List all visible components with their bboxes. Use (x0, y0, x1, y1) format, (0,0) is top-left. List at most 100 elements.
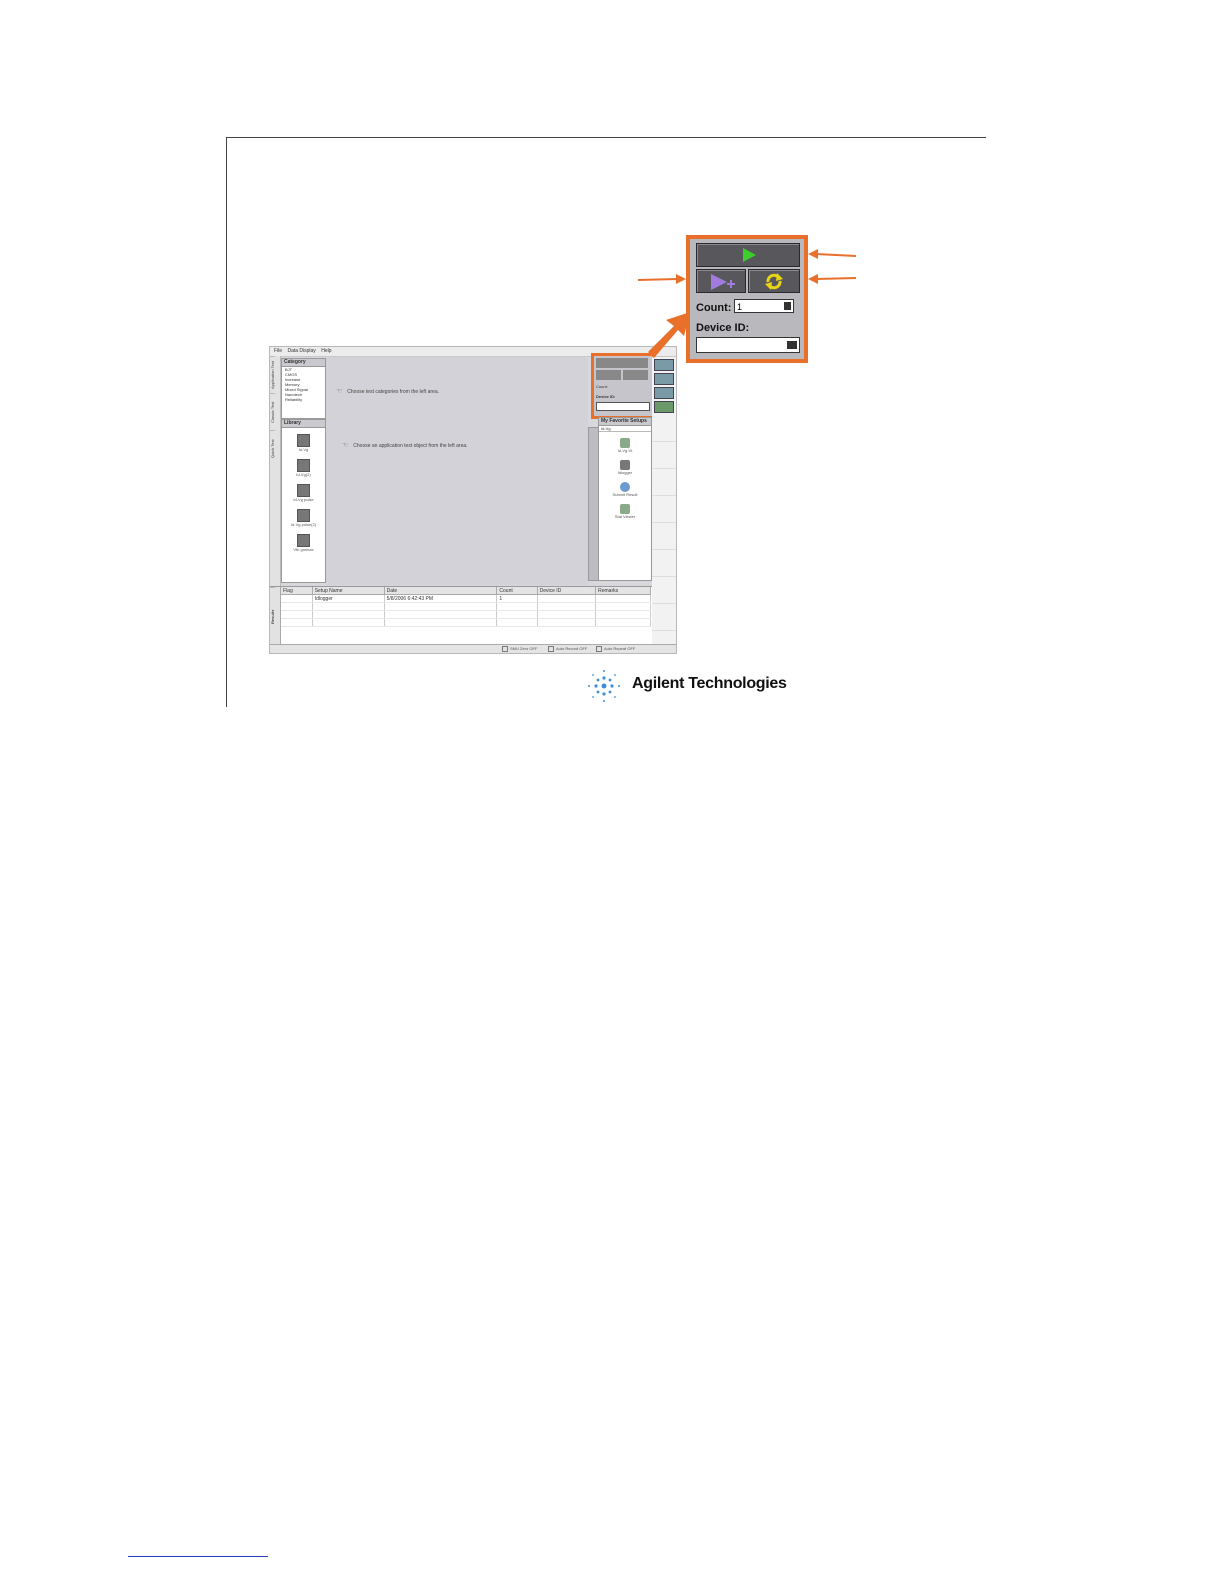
library-item[interactable]: Id-Vg(2) (282, 459, 325, 478)
count-field[interactable]: 1 (734, 299, 794, 313)
test-definition-icon (297, 534, 310, 547)
cell-date: 5/8/2006 6:42:43 PM (384, 594, 498, 603)
library-item-label: Id-Vg(2) (296, 472, 311, 477)
test-definition-icon (297, 434, 310, 447)
mini-device-id-field[interactable] (596, 402, 650, 411)
repeat-icon (765, 273, 783, 290)
right-tool-column (652, 357, 676, 653)
tool-slot[interactable] (652, 469, 676, 496)
category-title: Category (282, 359, 325, 367)
cell-setup-name: Idlogger (312, 594, 385, 603)
checkbox-icon (548, 646, 554, 652)
instrument-button[interactable] (654, 373, 674, 385)
setup-icon (620, 482, 630, 492)
pointer-icon: ☜ (342, 442, 349, 449)
menu-help[interactable]: Help (321, 348, 331, 354)
table-row (281, 610, 651, 619)
library-item[interactable]: Id-Vg pulse(2) (282, 509, 325, 528)
favorite-item[interactable]: Id-Vg-Vt (599, 438, 651, 454)
cell-count: 1 (496, 594, 538, 603)
results-tab-label: Results (270, 587, 275, 646)
device-id-field[interactable] (696, 337, 800, 353)
library-item-label: Vth gmmax (293, 547, 314, 552)
instrument-button[interactable] (654, 387, 674, 399)
test-mode-tabs: Application Test Classic Test Quick Test (270, 356, 281, 586)
annotation-arrow-left (637, 274, 686, 284)
tool-slot[interactable] (652, 550, 676, 577)
menu-data-display[interactable]: Data Display (287, 348, 315, 354)
col-flag[interactable]: Flag (281, 587, 313, 595)
table-row[interactable]: Idlogger 5/8/2006 6:42:43 PM 1 (281, 594, 651, 603)
cell-device-id (537, 594, 597, 603)
instrument-button[interactable] (654, 359, 674, 371)
tool-slot[interactable] (652, 604, 676, 631)
test-definition-icon (297, 459, 310, 472)
mini-run-button[interactable] (596, 358, 648, 368)
mini-device-id-label: Device ID: (596, 394, 616, 399)
app-screenshot: File Data Display Help Application Test … (269, 346, 677, 654)
spark-icon (588, 670, 620, 702)
favorite-item-label: Id-Vg-Vt (617, 448, 633, 453)
menu-file[interactable]: File (274, 348, 282, 354)
tab-classic-test[interactable]: Classic Test (270, 393, 275, 430)
library-item-label: Id-Vg (298, 447, 309, 452)
play-icon (743, 248, 756, 262)
results-area: Results Flag Setup Name Date Count Devic… (270, 586, 652, 646)
checkbox-icon (596, 646, 602, 652)
count-value: 1 (737, 302, 743, 312)
tool-slot[interactable] (652, 496, 676, 523)
col-date[interactable]: Date (384, 587, 498, 595)
mini-append-button[interactable] (596, 370, 621, 380)
status-smu-zero[interactable]: SMU Zero OFF (502, 646, 537, 652)
tool-slot[interactable] (652, 523, 676, 550)
checkbox-icon (502, 646, 508, 652)
library-item-label: Id-Vg pulse (293, 497, 314, 502)
favorite-item[interactable]: Idlogger (599, 460, 651, 476)
col-device-id[interactable]: Device ID (537, 587, 597, 595)
tab-quick-test[interactable]: Quick Test (270, 430, 275, 467)
favorite-filter-select[interactable]: Id-Vg (599, 426, 651, 432)
library-panel: Library Id-Vg Id-Vg(2) Id-Vg pulse Id-Vg… (281, 419, 326, 583)
setup-icon (620, 504, 630, 514)
logo-text: Agilent Technologies (632, 675, 787, 692)
repeat-button[interactable] (748, 269, 800, 293)
tool-slot[interactable] (652, 577, 676, 604)
status-auto-repeat[interactable]: Auto Repeat OFF (596, 646, 635, 652)
favorite-item[interactable]: Submit Result (599, 482, 651, 498)
library-item[interactable]: Vth gmmax (282, 534, 325, 553)
favorite-setups-panel: My Favorite Setups Id-Vg Id-Vg-Vt Idlogg… (598, 417, 652, 581)
tool-slot[interactable] (652, 442, 676, 469)
keyboard-icon[interactable] (787, 341, 797, 349)
instrument-button[interactable] (654, 401, 674, 413)
status-bar: SMU Zero OFF Auto Record OFF Auto Repeat… (270, 644, 676, 653)
col-count[interactable]: Count (496, 587, 538, 595)
append-button[interactable] (696, 269, 746, 293)
footnote-rule (128, 1556, 268, 1557)
main-hint-2: ☜ Choose an application test object from … (342, 442, 468, 449)
library-title: Library (282, 420, 325, 428)
library-item[interactable]: Id-Vg (282, 434, 325, 453)
col-setup-name[interactable]: Setup Name (312, 587, 385, 595)
tab-application-test[interactable]: Application Test (270, 356, 275, 393)
table-row (281, 618, 651, 627)
favorite-item[interactable]: Stat Viewer (599, 504, 651, 520)
col-remarks[interactable]: Remarks (595, 587, 651, 595)
results-tab[interactable]: Results (270, 587, 281, 646)
mini-control-panel-highlight: Count: Device ID: (591, 353, 655, 419)
favorite-item-label: Idlogger (617, 470, 633, 475)
results-header-row: Flag Setup Name Date Count Device ID Rem… (281, 587, 651, 595)
favorite-item-label: Stat Viewer (614, 514, 636, 519)
library-item[interactable]: Id-Vg pulse (282, 484, 325, 503)
tool-slot[interactable] (652, 415, 676, 442)
status-auto-record[interactable]: Auto Record OFF (548, 646, 587, 652)
run-button[interactable] (696, 243, 800, 267)
mini-repeat-button[interactable] (623, 370, 648, 380)
favorite-item-label: Submit Result (612, 492, 638, 497)
category-item[interactable]: Reliability (282, 397, 325, 402)
library-item-label: Id-Vg pulse(2) (290, 522, 317, 527)
test-definition-icon (297, 484, 310, 497)
calculator-icon[interactable] (784, 302, 791, 310)
append-run-icon (711, 274, 735, 290)
main-area: ☜ Choose test categories from the left ar… (326, 357, 588, 585)
cell-flag (281, 594, 313, 603)
